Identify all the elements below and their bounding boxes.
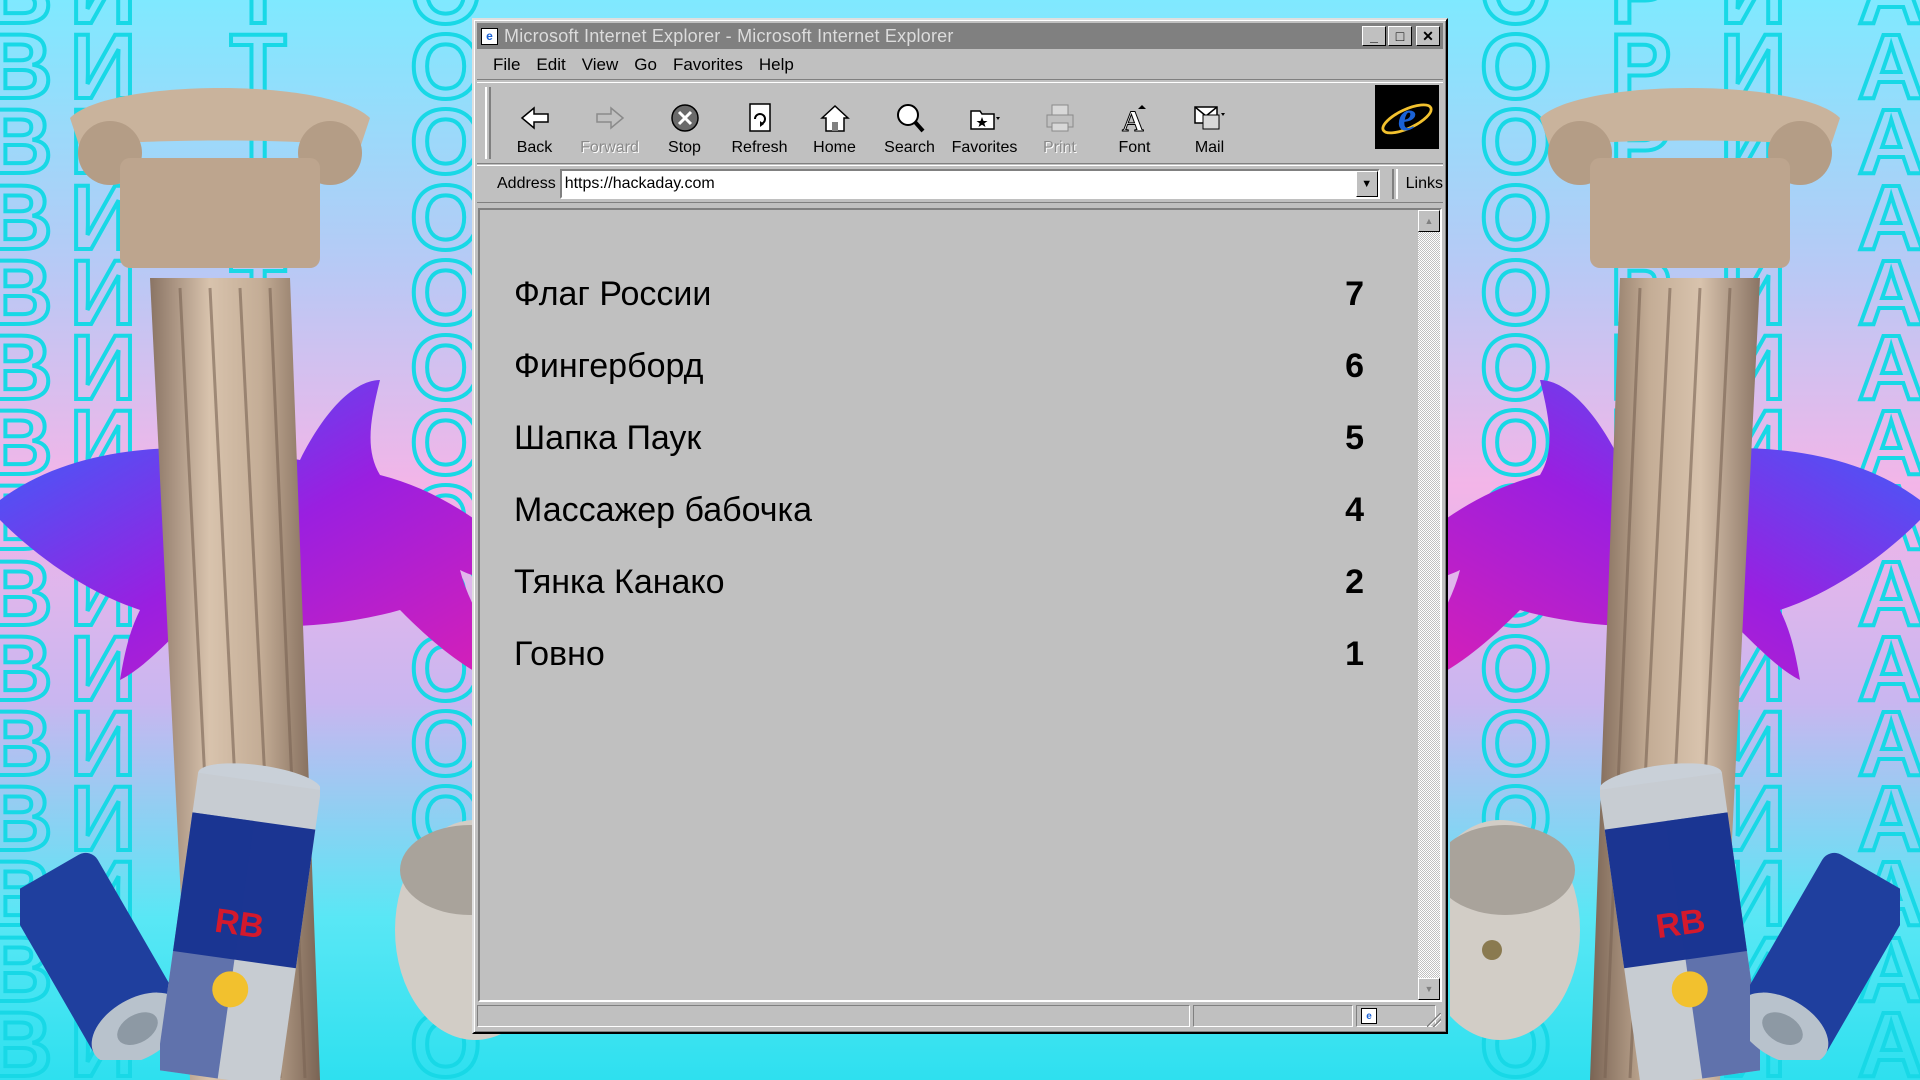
back-button[interactable]: Back (497, 83, 572, 163)
ranking-row: Говно 1 (514, 618, 1364, 690)
mail-button[interactable]: Mail (1172, 83, 1247, 163)
stop-icon (670, 104, 699, 132)
energy-drink-can-left-image: RB (160, 763, 320, 1080)
ranking-item-score: 2 (1345, 562, 1364, 601)
arrow-up-icon: ▲ (1424, 216, 1434, 226)
search-button[interactable]: Search (872, 83, 947, 163)
menu-file[interactable]: File (485, 55, 528, 75)
scroll-down-button[interactable]: ▼ (1418, 978, 1440, 1000)
window-controls: _ □ ✕ (1362, 26, 1440, 46)
status-zone-pane: e (1356, 1005, 1436, 1027)
svg-text:RB: RB (212, 902, 266, 946)
scroll-up-button[interactable]: ▲ (1418, 210, 1440, 232)
forward-button[interactable]: Forward (572, 83, 647, 163)
ranking-item-score: 6 (1345, 346, 1364, 385)
page-viewport: Флаг России 7 Фингерборд 6 Шапка Паук 5 … (478, 208, 1442, 1002)
menu-bar: File Edit View Go Favorites Help (477, 50, 1443, 80)
favorites-folder-icon (969, 110, 1000, 130)
standard-toolbar: Back Forward Stop Refresh Home Search Fa… (477, 82, 1443, 164)
ranking-item-score: 7 (1345, 274, 1364, 313)
menu-go[interactable]: Go (626, 55, 665, 75)
svg-text:e: e (1398, 93, 1416, 139)
url-input[interactable] (564, 175, 1345, 193)
address-field[interactable]: ▼ (559, 169, 1380, 199)
ranking-row: Массажер бабочка 4 (514, 474, 1364, 546)
vertical-scrollbar[interactable]: ▲ ▼ (1418, 210, 1440, 1000)
printer-icon (1046, 104, 1073, 132)
ranking-row: Фингерборд 6 (514, 330, 1364, 402)
status-text-pane (477, 1005, 1190, 1027)
svg-text:A: A (1122, 105, 1144, 135)
browser-window: e Microsoft Internet Explorer - Microsof… (472, 18, 1448, 1034)
minimize-button[interactable]: _ (1362, 26, 1386, 46)
status-progress-pane (1193, 1005, 1353, 1027)
window-title: Microsoft Internet Explorer - Microsoft … (504, 25, 954, 46)
ranking-item-name: Говно (514, 634, 605, 673)
menu-view[interactable]: View (574, 55, 627, 75)
chevron-down-icon: ▼ (1361, 178, 1373, 190)
resize-grip[interactable] (1427, 1013, 1441, 1027)
search-icon (896, 104, 924, 133)
address-dropdown-button[interactable]: ▼ (1355, 171, 1378, 197)
menu-help[interactable]: Help (751, 55, 802, 75)
home-button[interactable]: Home (797, 83, 872, 163)
ranking-row: Шапка Паук 5 (514, 402, 1364, 474)
ranking-item-name: Тянка Канако (514, 562, 725, 601)
font-icon: A (1121, 105, 1146, 135)
maximize-button[interactable]: □ (1388, 26, 1412, 46)
page-content: Флаг России 7 Фингерборд 6 Шапка Паук 5 … (480, 210, 1416, 1000)
ranking-item-name: Массажер бабочка (514, 490, 813, 529)
back-arrow-icon (520, 106, 549, 130)
ranking-item-score: 5 (1345, 418, 1364, 457)
status-bar: e (477, 1005, 1443, 1029)
address-bar: Address ▼ Links (477, 165, 1443, 203)
menu-edit[interactable]: Edit (528, 55, 573, 75)
ranking-item-score: 4 (1345, 490, 1364, 529)
ranking-row: Флаг России 7 (514, 258, 1364, 330)
toolbar-grip[interactable] (485, 87, 491, 159)
ie-throbber-logo: e (1375, 85, 1439, 149)
links-button[interactable]: Links (1406, 175, 1443, 193)
ranking-item-name: Флаг России (514, 274, 712, 313)
favorites-button[interactable]: Favorites (947, 83, 1022, 163)
window-titlebar[interactable]: e Microsoft Internet Explorer - Microsof… (477, 23, 1443, 49)
energy-drink-can-right-image: RB (1600, 763, 1760, 1080)
arrow-down-icon: ▼ (1424, 984, 1434, 994)
energy-drink-can-tilted-right-image (1750, 852, 1900, 1060)
refresh-icon (748, 103, 771, 132)
svg-text:RB: RB (1654, 902, 1708, 946)
ranking-item-score: 1 (1345, 634, 1364, 673)
font-button[interactable]: A Font (1097, 83, 1172, 163)
energy-drink-can-tilted-left-image (20, 852, 170, 1060)
ie-page-icon: e (481, 27, 498, 45)
ranking-item-name: Шапка Паук (514, 418, 702, 457)
print-button[interactable]: Print (1022, 83, 1097, 163)
statue-bust-right-image (1450, 820, 1580, 1040)
refresh-button[interactable]: Refresh (722, 83, 797, 163)
mail-icon (1193, 106, 1225, 130)
address-label: Address (497, 175, 556, 192)
links-grip[interactable] (1391, 169, 1398, 199)
internet-explorer-e-icon: e (1381, 93, 1433, 139)
forward-arrow-icon (595, 106, 624, 130)
ranking-row: Тянка Канако 2 (514, 546, 1364, 618)
ranking-item-name: Фингерборд (514, 346, 704, 385)
menu-favorites[interactable]: Favorites (665, 55, 751, 75)
close-button[interactable]: ✕ (1416, 26, 1440, 46)
stop-button[interactable]: Stop (647, 83, 722, 163)
security-zone-icon: e (1361, 1008, 1377, 1024)
home-icon (819, 104, 850, 132)
